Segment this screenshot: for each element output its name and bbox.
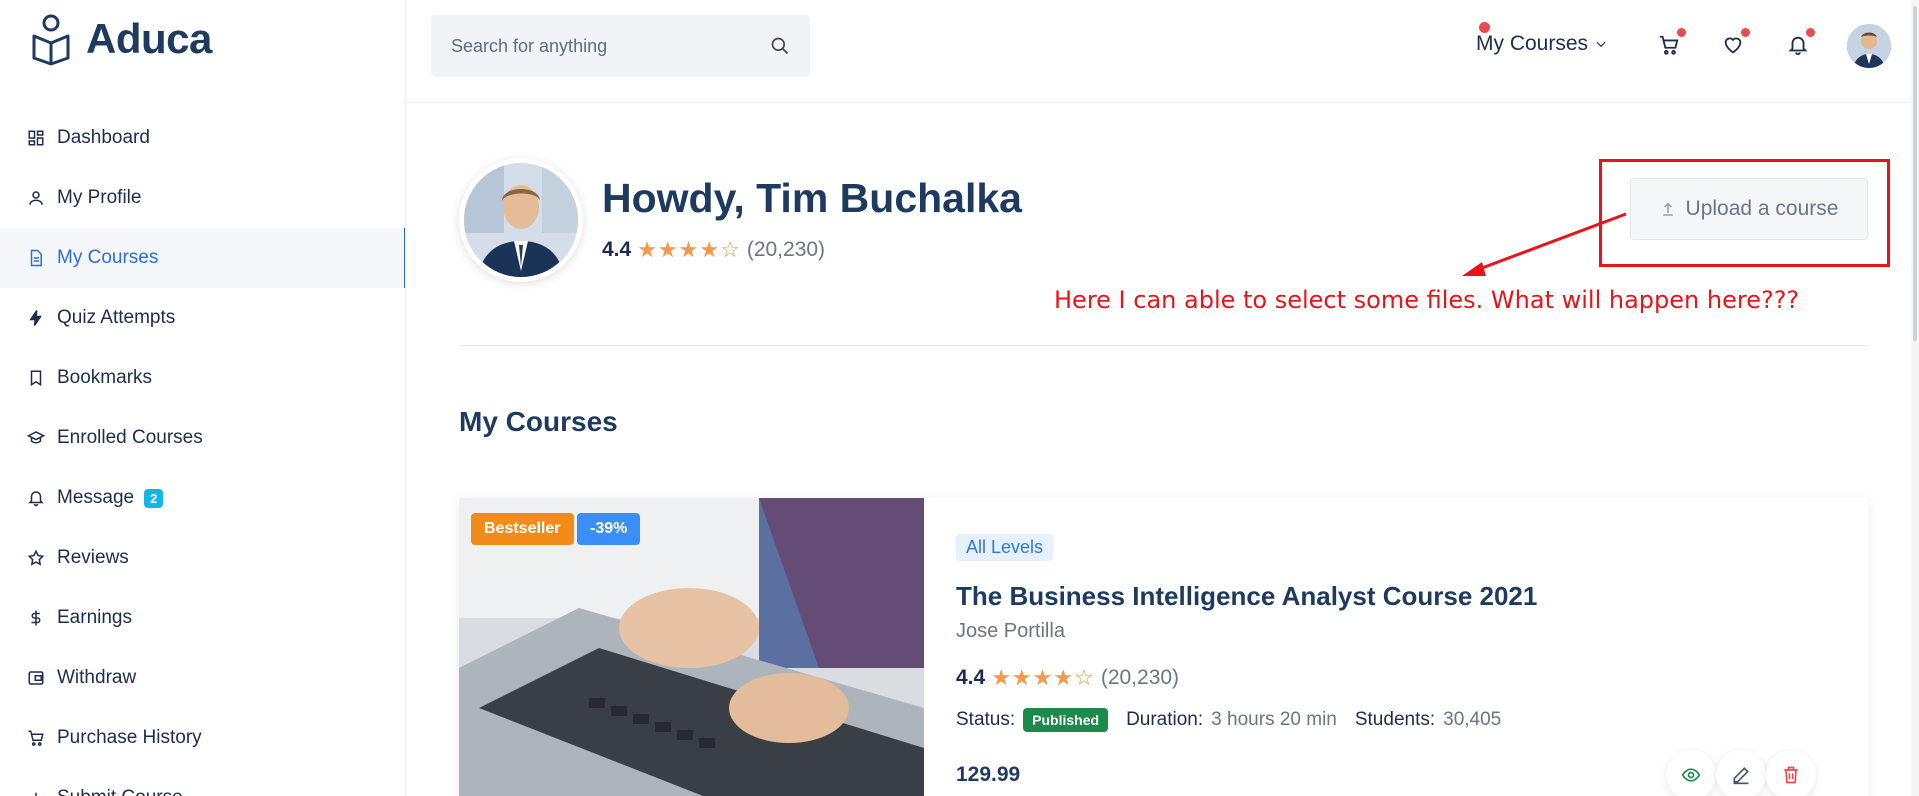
sidebar-item-label: My Courses [57, 247, 159, 268]
brand-name: Aduca [86, 15, 212, 62]
rating-stars: ★★★★☆ [991, 665, 1095, 690]
duration-label: Duration: [1126, 709, 1204, 730]
sidebar-item-label: Submit Course [57, 787, 183, 796]
duration-value: 3 hours 20 min [1211, 709, 1337, 730]
rating-count: (20,230) [1100, 666, 1180, 689]
course-rating: 4.4 ★★★★☆ (20,230) [956, 665, 1179, 691]
cart-button[interactable] [1654, 26, 1688, 60]
profile-rating: 4.4 ★★★★☆ (20,230) [602, 237, 825, 263]
notification-dot [1804, 26, 1817, 39]
sidebar-item-my-courses[interactable]: My Courses [0, 228, 405, 288]
sidebar-item-bookmarks[interactable]: Bookmarks [0, 348, 405, 408]
sidebar-item-label: Reviews [57, 547, 129, 568]
reader-logo-icon [32, 14, 70, 66]
section-title: My Courses [459, 406, 618, 437]
course-meta: Status: Published Duration: 3 hours 20 m… [956, 708, 1511, 732]
my-courses-dropdown-label: My Courses [1476, 32, 1589, 55]
sidebar-item-label: Dashboard [57, 127, 150, 148]
students-label: Students: [1354, 709, 1436, 730]
page-title: Howdy, Tim Buchalka [602, 175, 1022, 221]
sidebar-item-submit-course[interactable]: Submit Course [0, 768, 405, 796]
level-badge: All Levels [956, 534, 1054, 561]
course-card[interactable]: Bestseller -39% All Levels The Business … [459, 498, 1868, 796]
wallet-icon [26, 668, 46, 688]
lightning-icon [26, 308, 46, 328]
dashboard-icon [26, 128, 46, 148]
avatar-notification-dot [1477, 20, 1492, 35]
edit-icon [1733, 767, 1749, 785]
view-course-button[interactable] [1666, 750, 1716, 796]
sidebar-item-label: My Profile [57, 187, 142, 208]
chevron-down-icon [1596, 41, 1606, 48]
sidebar-item-label: Withdraw [57, 667, 137, 688]
file-icon [26, 248, 46, 268]
sidebar-item-earnings[interactable]: Earnings [0, 588, 405, 648]
status-badge: Published [1023, 708, 1109, 732]
status-label: Status: [956, 709, 1016, 730]
sidebar-item-message[interactable]: Message 2 [0, 468, 405, 528]
avatar[interactable] [1847, 24, 1891, 68]
message-count-badge: 2 [144, 488, 164, 508]
course-price: 129.99 [956, 763, 1021, 786]
notifications-button[interactable] [1783, 26, 1817, 60]
rating-score: 4.4 [956, 666, 986, 689]
star-icon [26, 548, 46, 568]
annotation-highlight-box [1599, 159, 1890, 267]
dollar-icon [26, 608, 46, 628]
course-title[interactable]: The Business Intelligence Analyst Course… [956, 581, 1537, 612]
search-input[interactable]: Search for anything [431, 15, 810, 77]
brand-logo[interactable]: Aduca [28, 12, 212, 66]
sidebar-item-dashboard[interactable]: Dashboard [0, 108, 405, 168]
sidebar-item-label: Bookmarks [57, 367, 153, 388]
course-thumbnail[interactable]: Bestseller -39% [459, 498, 924, 796]
cart-icon [26, 728, 46, 748]
course-instructor[interactable]: Jose Portilla [956, 620, 1065, 643]
sidebar-item-my-profile[interactable]: My Profile [0, 168, 405, 228]
sidebar-item-withdraw[interactable]: Withdraw [0, 648, 405, 708]
sidebar-item-label: Purchase History [57, 727, 202, 748]
trash-icon [1784, 766, 1798, 784]
search-icon[interactable] [770, 36, 790, 56]
rating-score: 4.4 [602, 238, 632, 261]
top-header: Search for anything My Courses [406, 0, 1919, 103]
sidebar-item-label: Earnings [57, 607, 132, 628]
discount-badge: -39% [577, 513, 641, 545]
graduation-cap-icon [26, 428, 46, 448]
my-courses-dropdown[interactable]: My Courses [1476, 32, 1608, 56]
notification-dot [1739, 26, 1752, 39]
eye-icon [1681, 768, 1701, 782]
search-placeholder[interactable]: Search for anything [451, 36, 770, 57]
scrollbar-thumb[interactable] [1913, 6, 1917, 341]
annotation-note: Here I can able to select some files. Wh… [1054, 286, 1800, 314]
sidebar-item-reviews[interactable]: Reviews [0, 528, 405, 588]
rating-count: (20,230) [746, 238, 826, 261]
sidebar-item-quiz-attempts[interactable]: Quiz Attempts [0, 288, 405, 348]
sidebar-item-label: Quiz Attempts [57, 307, 176, 328]
bell-icon [26, 488, 46, 508]
delete-course-button[interactable] [1766, 750, 1816, 796]
rating-stars: ★★★★☆ [637, 237, 741, 262]
sidebar-item-purchase-history[interactable]: Purchase History [0, 708, 405, 768]
edit-course-button[interactable] [1716, 750, 1766, 796]
bestseller-badge: Bestseller [471, 513, 574, 545]
profile-avatar [459, 158, 583, 282]
plus-icon [26, 788, 46, 796]
bookmark-icon [26, 368, 46, 388]
wishlist-button[interactable] [1718, 26, 1752, 60]
notification-dot [1675, 26, 1688, 39]
sidebar: Aduca Dashboard My Profile My Courses Qu… [0, 0, 406, 796]
sidebar-item-enrolled-courses[interactable]: Enrolled Courses [0, 408, 405, 468]
sidebar-item-label: Enrolled Courses [57, 427, 203, 448]
sidebar-item-label: Message [57, 487, 135, 508]
section-divider [459, 345, 1868, 346]
user-avatar-icon [1847, 24, 1891, 68]
profile-photo-icon [464, 163, 578, 277]
sidebar-nav: Dashboard My Profile My Courses Quiz Att… [0, 108, 405, 796]
user-icon [26, 188, 46, 208]
students-value: 30,405 [1443, 709, 1502, 730]
